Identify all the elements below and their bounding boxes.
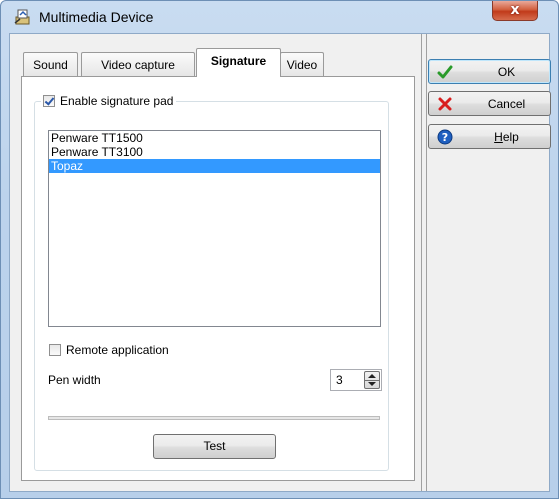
close-button[interactable]: x (492, 1, 538, 21)
device-icon (14, 9, 30, 25)
pen-width-spinner[interactable]: 3 (330, 369, 382, 391)
action-buttons: OK Cancel ? Help (428, 34, 551, 234)
list-item[interactable]: Penware TT1500 (49, 131, 380, 145)
svg-text:?: ? (442, 131, 448, 144)
cancel-button[interactable]: Cancel (428, 91, 551, 116)
signature-tab-panel: Enable signature pad Penware TT1500 Penw… (21, 76, 415, 481)
tab-video-capture[interactable]: Video capture (81, 52, 195, 76)
spinner-down-button[interactable] (365, 380, 379, 388)
green-check-icon (437, 65, 453, 79)
checkbox-checked-icon (43, 95, 55, 107)
cancel-label: Cancel (487, 97, 526, 111)
tab-video[interactable]: Video (280, 52, 324, 76)
pane-divider (426, 34, 427, 491)
test-button[interactable]: Test (153, 434, 276, 459)
checkbox-unchecked-icon (49, 344, 61, 356)
remote-application-checkbox[interactable]: Remote application (49, 343, 169, 357)
pen-width-label: Pen width (48, 373, 101, 387)
arrow-down-icon (368, 382, 376, 386)
ok-label: OK (497, 65, 516, 79)
pen-width-value[interactable]: 3 (336, 373, 343, 387)
remote-application-label: Remote application (66, 343, 169, 357)
enable-signature-pad-checkbox[interactable]: Enable signature pad (41, 92, 177, 110)
help-label: Help (494, 130, 519, 144)
signature-device-list[interactable]: Penware TT1500 Penware TT3100 Topaz (48, 130, 381, 327)
list-item-selected[interactable]: Topaz (49, 159, 380, 173)
help-question-icon: ? (437, 129, 453, 145)
help-button[interactable]: ? Help (428, 124, 551, 149)
list-item[interactable]: Penware TT3100 (49, 145, 380, 159)
left-pane: Sound Video capture Signature Video Enab… (10, 34, 422, 491)
test-progress-bar (48, 416, 380, 420)
dialog-body: Sound Video capture Signature Video Enab… (9, 33, 551, 492)
enable-signature-pad-label: Enable signature pad (60, 94, 174, 108)
title-bar: Multimedia Device x (1, 1, 558, 33)
tab-signature[interactable]: Signature (196, 48, 281, 77)
arrow-up-icon (368, 374, 376, 378)
ok-button[interactable]: OK (428, 59, 551, 84)
tab-sound[interactable]: Sound (23, 52, 78, 76)
red-x-icon (438, 97, 452, 111)
window-title: Multimedia Device (39, 9, 154, 25)
dialog-window: Multimedia Device x Sound Video capture … (0, 0, 559, 499)
close-icon: x (510, 2, 520, 18)
spinner-buttons (364, 371, 380, 389)
